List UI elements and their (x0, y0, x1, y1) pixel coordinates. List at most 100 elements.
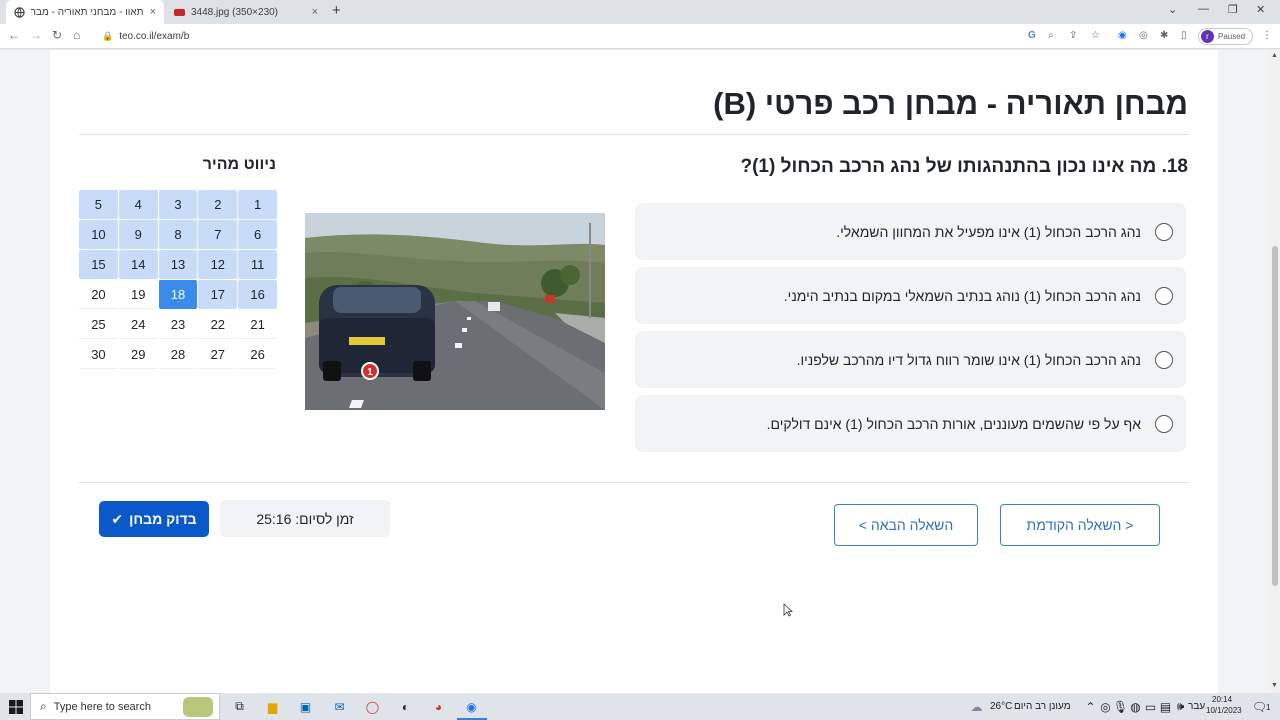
new-tab-button[interactable]: + (332, 2, 341, 19)
minimize-icon[interactable]: — (1198, 3, 1209, 15)
quick-nav-cell[interactable]: 23 (158, 310, 198, 339)
quick-nav-cell[interactable]: 13 (158, 250, 198, 279)
answer-text: נהג הרכב הכחול (1) אינו שומר רווח גדול ד… (796, 351, 1141, 368)
home-icon[interactable]: ⌂ (73, 28, 80, 42)
browser-toolbar: ← → ↻ ⌂ 🔒 teo.co.il/exam/b G ⌕ ⇪ ☆ ◉ ◎ ✱… (0, 24, 1280, 49)
volume-icon[interactable]: 🕪 (1172, 698, 1189, 715)
search-icon: ⌕ (40, 699, 47, 713)
answer-text: אף על פי שהשמים מעוננים, אורות הרכב הכחו… (766, 415, 1141, 432)
close-window-icon[interactable]: ✕ (1256, 3, 1265, 16)
answer-option-4[interactable]: אף על פי שהשמים מעוננים, אורות הרכב הכחו… (635, 395, 1186, 452)
scroll-up-icon[interactable]: ▲ (1271, 52, 1278, 59)
scroll-down-icon[interactable]: ▼ (1271, 682, 1278, 689)
quick-nav-cell[interactable]: 29 (118, 340, 158, 369)
answer-text: נהג הרכב הכחול (1) אינו מפעיל את המחוון … (836, 223, 1141, 240)
quick-nav-cell[interactable]: 24 (118, 310, 158, 339)
side-panel-icon[interactable]: ▯ (1181, 30, 1187, 41)
quick-nav-title: ניווט מהיר (202, 156, 276, 173)
profile-button[interactable]: r Paused (1198, 28, 1253, 45)
quick-nav-cell[interactable]: 3 (158, 190, 198, 219)
search-highlight-icon (183, 696, 213, 717)
page-scrollbar[interactable]: ▲ ▼ (1270, 50, 1280, 693)
browser-tab[interactable]: 3448.jpg (350×230) × (166, 0, 326, 24)
previous-question-button[interactable]: < השאלה הקודמת (1000, 504, 1160, 546)
language-indicator[interactable]: עבר (1188, 701, 1205, 712)
next-question-button[interactable]: השאלה הבאה > (834, 504, 978, 546)
zoom-icon[interactable]: ⌕ (1048, 30, 1054, 41)
quick-nav-cell[interactable]: 1 (238, 190, 277, 219)
quick-nav-cell[interactable]: 6 (238, 220, 277, 249)
close-tab-icon[interactable]: × (312, 6, 318, 18)
quick-nav-cell[interactable]: 10 (79, 220, 118, 249)
check-exam-button[interactable]: בדוק מבחן ✔ (99, 501, 209, 537)
extension-icon[interactable]: ◉ (1118, 30, 1127, 41)
quick-nav-cell[interactable]: 25 (79, 310, 118, 339)
checkmark-icon: ✔ (111, 510, 124, 527)
quick-nav-cell[interactable]: 30 (79, 340, 118, 369)
back-icon[interactable]: ← (8, 28, 20, 42)
quick-nav-cell[interactable]: 7 (198, 220, 238, 249)
opera-icon[interactable]: ◯ (364, 698, 381, 715)
quick-nav-cell[interactable]: 16 (238, 280, 277, 309)
clock-date[interactable]: 10/1/2023 (1206, 706, 1242, 715)
scrollbar-thumb[interactable] (1272, 246, 1278, 586)
file-explorer-icon[interactable]: ▆ (264, 698, 281, 715)
reload-icon[interactable]: ↻ (52, 28, 62, 42)
globe-icon (14, 6, 25, 18)
close-tab-icon[interactable]: × (150, 6, 156, 18)
puzzle-icon[interactable]: ✱ (1160, 30, 1168, 41)
forward-icon[interactable]: → (30, 28, 42, 42)
quick-nav-cell[interactable]: 15 (79, 250, 118, 279)
lock-icon: 🔒 (102, 30, 114, 41)
quick-nav-cell[interactable]: 11 (238, 250, 277, 279)
app-icon[interactable]: ◕ (430, 698, 447, 715)
url-text: teo.co.il/exam/b (119, 30, 190, 42)
quick-nav-cell[interactable]: 28 (158, 340, 198, 369)
answer-option-2[interactable]: נהג הרכב הכחול (1) נוהג בנתיב השמאלי במק… (635, 267, 1186, 324)
radio-button[interactable] (1155, 286, 1173, 305)
quick-nav-cell[interactable]: 22 (198, 310, 238, 339)
task-view-icon[interactable]: ⧉ (231, 698, 248, 715)
exam-page: מבחן תאוריה - מבחן רכב פרטי (B) 18. מה א… (50, 50, 1218, 693)
answer-option-1[interactable]: נהג הרכב הכחול (1) אינו מפעיל את המחוון … (635, 203, 1186, 260)
mouse-cursor-icon (783, 603, 793, 617)
quick-nav-cell[interactable]: 20 (79, 280, 118, 309)
taskbar-search[interactable]: ⌕ Type here to search (30, 693, 220, 720)
radio-button[interactable] (1155, 414, 1173, 433)
app-icon[interactable]: ◐ (397, 698, 414, 715)
quick-nav-cell[interactable]: 27 (198, 340, 238, 369)
quick-nav-cell[interactable]: 4 (118, 190, 158, 219)
quick-nav-cell[interactable]: 9 (118, 220, 158, 249)
weather-temp[interactable]: 26°C (990, 701, 1012, 712)
radio-button[interactable] (1155, 222, 1173, 241)
page-title: מבחן תאוריה - מבחן רכב פרטי (B) (713, 86, 1188, 121)
radio-button[interactable] (1155, 350, 1173, 369)
browser-tab-active[interactable]: תאוו - מבחני תאוריה - מבחן רכב × (6, 0, 164, 24)
tab-search-icon[interactable]: ⌄ (1168, 3, 1177, 16)
quick-nav-cell[interactable]: 14 (118, 250, 158, 279)
chrome-icon[interactable]: ◉ (463, 698, 480, 715)
store-icon[interactable]: ▣ (297, 698, 314, 715)
quick-nav-cell[interactable]: 17 (198, 280, 238, 309)
answer-option-3[interactable]: נהג הרכב הכחול (1) אינו שומר רווח גדול ד… (635, 331, 1186, 388)
quick-nav-cell[interactable]: 8 (158, 220, 198, 249)
answer-text: נהג הרכב הכחול (1) נוהג בנתיב השמאלי במק… (783, 287, 1141, 304)
menu-icon[interactable]: ⋮ (1262, 30, 1272, 41)
quick-nav-cell[interactable]: 19 (118, 280, 158, 309)
windows-start-icon[interactable] (7, 698, 24, 715)
quick-nav-cell[interactable]: 5 (79, 190, 118, 219)
share-icon[interactable]: ⇪ (1069, 30, 1077, 41)
quick-nav-cell[interactable]: 2 (198, 190, 238, 219)
mail-icon[interactable]: ✉ (331, 698, 348, 715)
quick-nav-cell[interactable]: 18 (158, 280, 198, 309)
google-icon[interactable]: G (1028, 30, 1036, 41)
weather-text[interactable]: מעונן רב היום (1014, 701, 1071, 712)
quick-nav-cell[interactable]: 21 (238, 310, 277, 339)
extension-icon[interactable]: ◎ (1139, 30, 1148, 41)
quick-nav-cell[interactable]: 12 (198, 250, 238, 279)
avatar: r (1201, 30, 1214, 43)
restore-icon[interactable]: ❐ (1228, 3, 1238, 16)
quick-nav-cell[interactable]: 26 (238, 340, 277, 369)
clock-time[interactable]: 20:14 (1212, 695, 1232, 704)
bookmark-star-icon[interactable]: ☆ (1091, 30, 1100, 41)
